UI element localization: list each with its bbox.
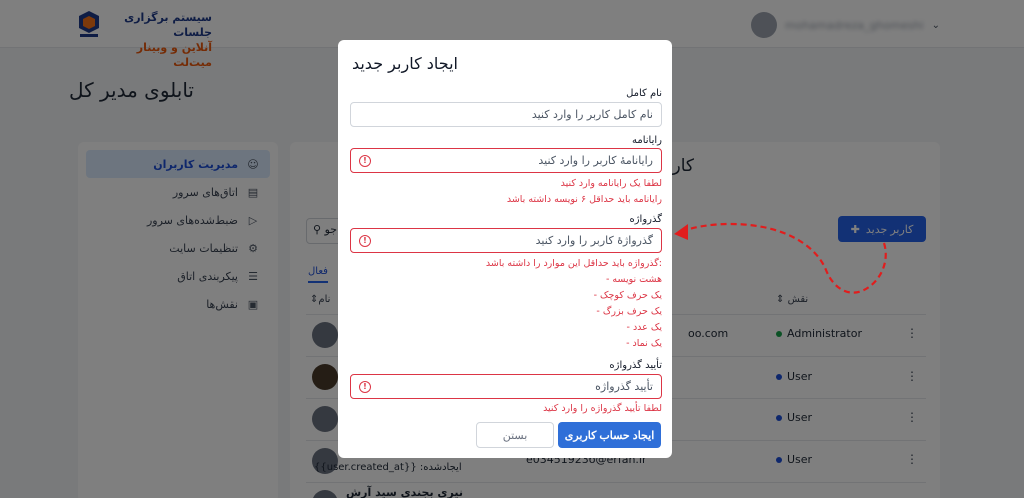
- modal-title: ایجاد کاربر جدید: [351, 54, 458, 73]
- error-icon: !: [359, 154, 371, 167]
- error-icon: !: [359, 234, 371, 247]
- email-error: رایانامه باید حداقل ۶ نویسه داشته باشد: [506, 194, 662, 205]
- email-label: رایانامه: [632, 135, 662, 146]
- confirm-password-error: لطفا تأیید گذرواژه را وارد کنید: [543, 403, 662, 414]
- close-button[interactable]: بستن: [476, 422, 554, 448]
- confirm-password-label: تأیید گذرواژه: [609, 360, 662, 371]
- fullname-label: نام کامل: [626, 88, 662, 99]
- email-error: لطفا یک رایانامه وارد کنید: [560, 178, 662, 189]
- password-error: یک حرف بزرگ -: [596, 306, 662, 317]
- fullname-input[interactable]: نام کامل کاربر را وارد کنید: [350, 102, 662, 127]
- confirm-password-input[interactable]: تأیید گذرواژه !: [350, 374, 662, 399]
- password-error: :گذرواژه باید حداقل این موارد را داشته ب…: [485, 258, 662, 269]
- create-account-button[interactable]: ایجاد حساب کاربری: [558, 422, 661, 448]
- email-input[interactable]: رایانامهٔ کاربر را وارد کنید !: [350, 148, 662, 173]
- password-input[interactable]: گذرواژهٔ کاربر را وارد کنید !: [350, 228, 662, 253]
- password-error: یک نماد -: [626, 338, 662, 349]
- password-label: گذرواژه: [629, 214, 662, 225]
- password-error: یک حرف کوچک -: [593, 290, 662, 301]
- confirm-password-placeholder: تأیید گذرواژه: [595, 380, 653, 393]
- email-placeholder: رایانامهٔ کاربر را وارد کنید: [538, 154, 653, 167]
- password-placeholder: گذرواژهٔ کاربر را وارد کنید: [535, 234, 653, 247]
- error-icon: !: [359, 380, 371, 393]
- password-error: هشت نویسه -: [605, 274, 662, 285]
- password-error: یک عدد -: [626, 322, 663, 333]
- create-user-modal: ایجاد کاربر جدید نام کامل نام کامل کاربر…: [338, 40, 672, 458]
- fullname-placeholder: نام کامل کاربر را وارد کنید: [531, 108, 653, 121]
